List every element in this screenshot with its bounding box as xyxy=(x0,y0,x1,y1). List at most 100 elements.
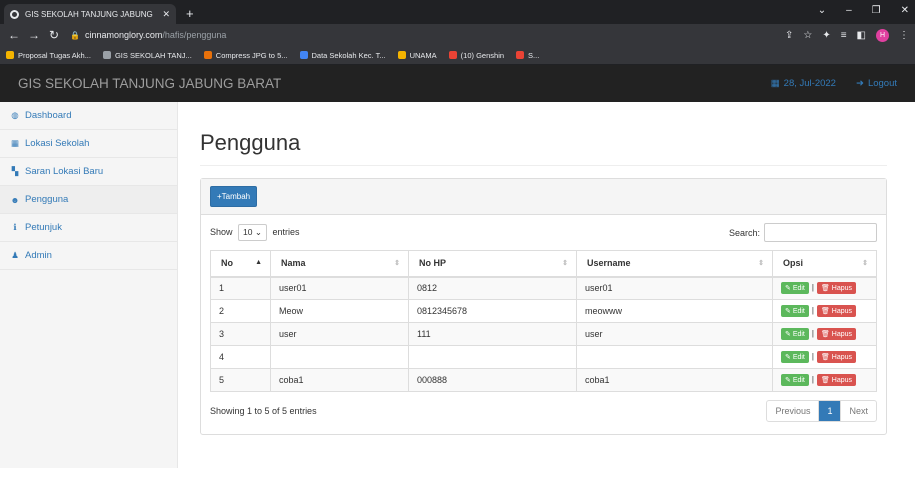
share-icon[interactable]: ⇪ xyxy=(785,30,793,41)
close-tab-icon[interactable]: ✕ xyxy=(162,9,170,20)
length-control: Show 10 ⌄ entries xyxy=(210,224,300,241)
trash-icon: 🗑 xyxy=(820,377,832,384)
edit-button[interactable]: ✎ Edit xyxy=(781,351,809,363)
bookmark-label: Compress JPG to 5... xyxy=(215,50,288,60)
column-header-username[interactable]: Username ⇕ xyxy=(576,250,773,278)
forward-button[interactable]: → xyxy=(26,28,42,42)
sidepanel-icon[interactable]: ◧ xyxy=(857,30,866,41)
column-header-opsi[interactable]: Opsi ⇕ xyxy=(772,250,877,278)
trash-icon: 🗑 xyxy=(820,308,832,315)
sidebar-item-pengguna[interactable]: ☻ Pengguna xyxy=(0,186,177,214)
cell-hp: 0812345678 xyxy=(408,299,577,323)
cell-opsi: ✎ Edit | 🗑 Hapus xyxy=(772,345,877,369)
sort-asc-icon: ▲ xyxy=(255,259,262,266)
bookmark-item[interactable]: Proposal Tugas Akh... xyxy=(6,51,91,60)
cell-opsi: ✎ Edit | 🗑 Hapus xyxy=(772,368,877,392)
cell-nama: user xyxy=(270,322,409,346)
edit-button[interactable]: ✎ Edit xyxy=(781,328,809,340)
page-1-button[interactable]: 1 xyxy=(819,401,842,421)
column-header-label: No xyxy=(221,258,233,269)
chevron-down-icon[interactable]: ⌄ xyxy=(818,5,826,16)
next-button[interactable]: Next xyxy=(841,401,876,421)
reading-list-icon[interactable]: ≡ xyxy=(841,30,847,41)
separator: | xyxy=(811,375,814,384)
users-panel: +Tambah Show 10 ⌄ entries Search: No ▲ N… xyxy=(200,178,887,435)
add-user-button[interactable]: +Tambah xyxy=(210,186,258,207)
bookmark-item[interactable]: Compress JPG to 5... xyxy=(203,50,288,60)
sidebar-item-lokasi-sekolah[interactable]: ▦ Lokasi Sekolah xyxy=(0,130,177,158)
table-info: Showing 1 to 5 of 5 entries xyxy=(210,406,317,416)
cell-opsi: ✎ Edit | 🗑 Hapus xyxy=(772,276,877,300)
minimize-button[interactable]: – xyxy=(846,5,852,16)
extension-icon[interactable]: ✦ xyxy=(822,30,830,41)
browser-toolbar-icons: ⇪ ☆ ✦ ≡ ◧ H ⋮ xyxy=(785,28,909,42)
column-header-no[interactable]: No ▲ xyxy=(210,250,271,278)
edit-button[interactable]: ✎ Edit xyxy=(781,305,809,317)
show-label: Show xyxy=(210,227,233,237)
browser-tab[interactable]: GIS SEKOLAH TANJUNG JABUNG ✕ xyxy=(4,4,176,24)
edit-label: Edit xyxy=(792,354,805,361)
menu-icon[interactable]: ⋮ xyxy=(899,30,909,41)
edit-label: Edit xyxy=(792,285,805,293)
search-input[interactable] xyxy=(764,223,877,242)
back-button[interactable]: ← xyxy=(6,28,22,42)
separator: | xyxy=(811,283,814,293)
cell-no: 4 xyxy=(210,345,271,369)
reload-button[interactable]: ↻ xyxy=(46,28,62,42)
delete-label: Hapus xyxy=(831,354,853,361)
previous-button[interactable]: Previous xyxy=(767,401,820,421)
app-navbar: GIS SEKOLAH TANJUNG JABUNG BARAT ▦ 28, Ju… xyxy=(0,65,915,102)
sidebar-item-dashboard[interactable]: ◍ Dashboard xyxy=(0,102,177,130)
delete-button[interactable]: 🗑 Hapus xyxy=(816,374,857,386)
table-row: 1 user01 0812 user01 ✎ Edit | 🗑 Hapus xyxy=(210,276,877,300)
bookmark-label: UNAMA xyxy=(409,50,437,60)
bookmark-item[interactable]: S... xyxy=(516,51,539,60)
info-icon: ℹ xyxy=(13,222,17,232)
bookmark-item[interactable]: (10) Genshin xyxy=(448,51,504,60)
column-header-label: Opsi xyxy=(783,258,804,269)
cell-username: meowww xyxy=(576,299,773,323)
bookmark-label: Proposal Tugas Akh... xyxy=(18,50,91,60)
delete-button[interactable]: 🗑 Hapus xyxy=(816,351,857,363)
sidebar-item-petunjuk[interactable]: ℹ Petunjuk xyxy=(0,214,177,242)
cell-nama: Meow xyxy=(270,299,409,323)
profile-avatar[interactable]: H xyxy=(876,28,889,42)
globe-icon xyxy=(10,9,19,19)
bookmark-item[interactable]: Data Sekolah Kec. T... xyxy=(299,50,386,60)
sort-icon: ⇕ xyxy=(562,260,568,267)
table-controls: Show 10 ⌄ entries Search: xyxy=(210,223,877,242)
bookmark-item[interactable]: UNAMA xyxy=(397,50,437,60)
column-header-label: Nama xyxy=(281,258,306,269)
url-input[interactable]: 🔒 cinnamonglory.com/hafis/pengguna xyxy=(70,27,785,43)
bookmark-item[interactable]: GIS SEKOLAH TANJ... xyxy=(102,51,192,60)
close-window-button[interactable]: ✕ xyxy=(901,5,909,16)
cell-no: 5 xyxy=(210,368,271,392)
url-path: /hafis/pengguna xyxy=(162,30,227,40)
map-icon: ▚ xyxy=(11,166,19,176)
star-icon[interactable]: ☆ xyxy=(803,30,812,41)
logout-link[interactable]: ➜ Logout xyxy=(856,78,897,89)
delete-button[interactable]: 🗑 Hapus xyxy=(816,282,857,295)
edit-button[interactable]: ✎ Edit xyxy=(781,374,809,386)
bookmark-favicon-icon xyxy=(448,51,457,59)
app-brand[interactable]: GIS SEKOLAH TANJUNG JABUNG BARAT xyxy=(18,76,281,91)
cell-no: 3 xyxy=(210,322,271,346)
separator: | xyxy=(811,329,814,338)
column-header-no-hp[interactable]: No HP ⇕ xyxy=(408,250,577,278)
sidebar-item-saran-lokasi-baru[interactable]: ▚ Saran Lokasi Baru xyxy=(0,158,177,186)
panel-body: Show 10 ⌄ entries Search: No ▲ Nama ⇕ No HP ⇕… xyxy=(201,215,886,434)
column-header-nama[interactable]: Nama ⇕ xyxy=(270,250,409,278)
bookmark-label: Data Sekolah Kec. T... xyxy=(311,50,386,60)
sidebar-item-admin[interactable]: ♟ Admin xyxy=(0,242,177,270)
restore-button[interactable]: ❐ xyxy=(872,5,881,16)
entries-select[interactable]: 10 ⌄ xyxy=(238,224,267,241)
edit-button[interactable]: ✎ Edit xyxy=(781,282,809,295)
new-tab-button[interactable]: + xyxy=(186,6,194,21)
delete-button[interactable]: 🗑 Hapus xyxy=(816,328,857,340)
trash-icon: 🗑 xyxy=(820,331,832,338)
table-icon: ▦ xyxy=(10,138,20,148)
panel-heading: +Tambah xyxy=(201,179,886,215)
delete-button[interactable]: 🗑 Hapus xyxy=(816,305,857,317)
sidebar-item-label: Lokasi Sekolah xyxy=(25,138,90,149)
sort-icon: ⇕ xyxy=(394,260,400,267)
